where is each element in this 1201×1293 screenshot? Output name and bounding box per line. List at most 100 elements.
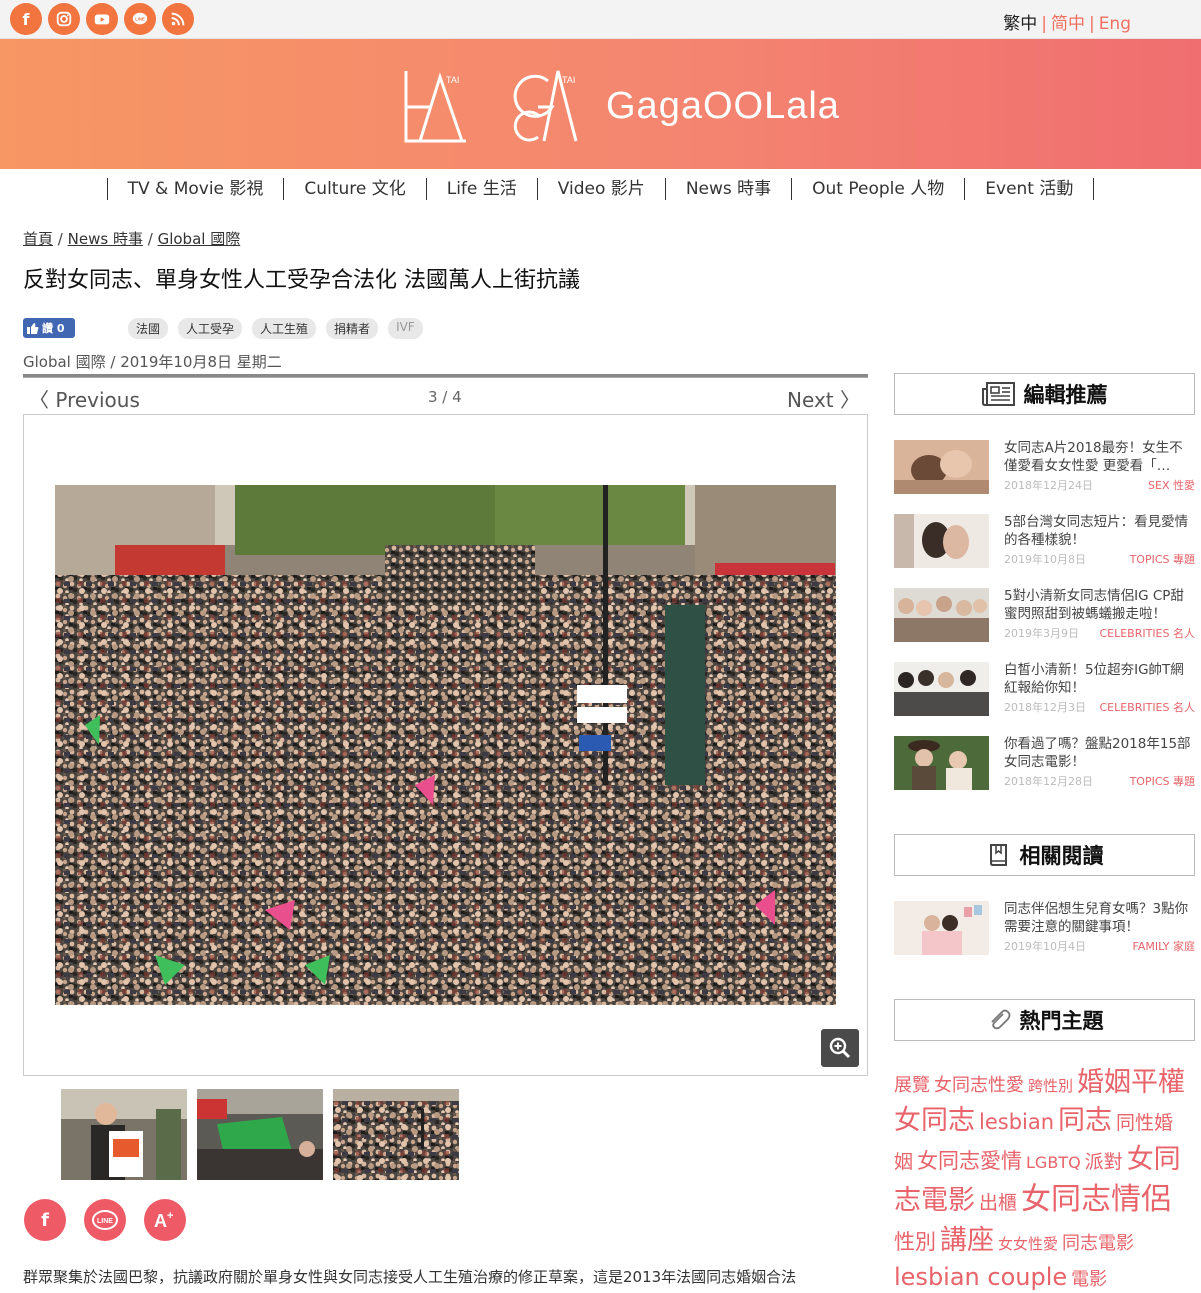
editor-pick-category[interactable]: CELEBRITIES 名人	[1099, 699, 1195, 715]
editor-pick-item[interactable]: 女同志A片2018最夯！女生不僅愛看女女性愛 更愛看「… 2018年12月24日…	[894, 440, 1195, 496]
tag-item[interactable]: 人工生殖	[252, 318, 317, 339]
editor-pick-category[interactable]: SEX 性愛	[1148, 477, 1195, 493]
editor-pick-thumbnail	[894, 736, 989, 790]
logo-wordmark: GagaOOLala	[606, 84, 840, 127]
gallery-counter: 3 / 4	[428, 388, 462, 406]
line-share-icon[interactable]: LINE	[84, 1199, 126, 1241]
topic-tag[interactable]: 性別	[894, 1230, 936, 1254]
nav-item-event[interactable]: Event 活動	[965, 178, 1095, 200]
svg-text:TAI: TAI	[446, 75, 459, 85]
topic-tag[interactable]: 展覽	[894, 1075, 930, 1096]
gallery-pager: 〈 Previous 3 / 4 Next 〉	[23, 384, 868, 414]
nav-item-life[interactable]: Life 生活	[427, 178, 538, 200]
topic-tag[interactable]: 女同志	[894, 1105, 975, 1136]
editor-picks-title: 編輯推薦	[1023, 383, 1108, 407]
editor-pick-item[interactable]: 5對小清新女同志情侶IG CP甜蜜閃照甜到被螞蟻搬走啦！ 2019年3月9日 C…	[894, 588, 1195, 644]
breadcrumb-home[interactable]: 首頁	[23, 230, 53, 248]
gallery-thumbnail[interactable]	[61, 1089, 187, 1180]
editor-pick-thumbnail	[894, 588, 989, 642]
rss-icon[interactable]	[162, 3, 194, 35]
tag-item[interactable]: 法國	[128, 318, 169, 339]
tag-item[interactable]: IVF	[388, 318, 423, 339]
instagram-icon[interactable]	[48, 3, 80, 35]
site-logo[interactable]: TAI TAI GagaOOLala	[400, 67, 840, 145]
site-header: TAI TAI GagaOOLala	[0, 39, 1201, 169]
topic-tag[interactable]: 出櫃	[979, 1192, 1017, 1214]
page-title: 反對女同志、單身女性人工受孕合法化 法國萬人上街抗議	[23, 268, 580, 293]
nav-item-culture[interactable]: Culture 文化	[284, 178, 427, 200]
editor-pick-thumbnail	[894, 514, 989, 568]
topic-tag[interactable]: 女女性愛	[998, 1235, 1058, 1253]
related-item[interactable]: 同志伴侶想生兒育女嗎？3點你需要注意的關鍵事項！ 2019年10月4日 FAMI…	[894, 901, 1195, 957]
ga-logo-icon: TAI	[513, 70, 578, 142]
nav-item-video[interactable]: Video 影片	[538, 178, 666, 200]
book-icon	[989, 844, 1007, 866]
topic-tag[interactable]: LGBTQ	[1026, 1153, 1081, 1172]
breadcrumb: 首頁 / News 時事 / Global 國際	[23, 230, 241, 248]
breadcrumb-news[interactable]: News 時事	[68, 230, 143, 248]
topic-tag[interactable]: lesbian	[979, 1110, 1054, 1134]
topic-tag[interactable]: lesbian couple	[894, 1263, 1067, 1291]
gallery-thumbnail[interactable]	[197, 1089, 323, 1180]
topic-cloud: 展覽 女同志性愛 跨性別 婚姻平權女同志 lesbian 同志 同性婚姻 女同志愛情 LGBTQ…	[894, 1064, 1194, 1293]
editor-pick-item[interactable]: 5部台灣女同志短片：看見愛情的各種樣貌！ 2019年10月8日 TOPICS 專…	[894, 514, 1195, 570]
tag-item[interactable]: 捐精者	[326, 318, 379, 339]
editor-pick-item[interactable]: 白皙小清新！5位超夯IG帥T網紅報給你知！ 2018年12月3日 CELEBRI…	[894, 662, 1195, 718]
editor-pick-title: 5對小清新女同志情侶IG CP甜蜜閃照甜到被螞蟻搬走啦！	[1004, 588, 1184, 622]
lang-simplified[interactable]: 简中	[1051, 14, 1085, 34]
topic-tag[interactable]: 婚姻平權	[1077, 1067, 1185, 1098]
line-icon[interactable]: LINE	[124, 3, 156, 35]
facebook-icon[interactable]: f	[10, 3, 42, 35]
svg-text:+: +	[167, 1210, 173, 1222]
article-excerpt: 群眾聚集於法國巴黎，抗議政府關於單身女性與女同志接受人工生殖治療的修正草案，這是…	[23, 1268, 797, 1286]
tag-item[interactable]: 人工受孕	[178, 318, 243, 339]
topic-tag[interactable]: 電影	[1071, 1269, 1107, 1290]
zoom-button[interactable]	[821, 1029, 859, 1067]
topic-tag[interactable]: 女同志性愛	[934, 1075, 1024, 1096]
nav-item-out-people[interactable]: Out People 人物	[792, 178, 966, 200]
editor-pick-title: 你看過了嗎？盤點2018年15部女同志電影！	[1004, 736, 1191, 770]
editor-pick-item[interactable]: 你看過了嗎？盤點2018年15部女同志電影！ 2018年12月28日 TOPIC…	[894, 736, 1195, 792]
previous-button[interactable]: 〈 Previous	[29, 384, 140, 413]
main-photo[interactable]	[55, 485, 836, 1005]
related-category[interactable]: FAMILY 家庭	[1133, 938, 1195, 954]
youtube-icon[interactable]	[86, 3, 118, 35]
topic-tag[interactable]: 跨性別	[1028, 1077, 1073, 1095]
lang-english[interactable]: Eng	[1099, 14, 1131, 34]
hot-topics-header: 熱門主題	[894, 999, 1195, 1041]
thumbnail-strip	[61, 1089, 459, 1180]
font-size-icon[interactable]: A +	[144, 1199, 186, 1241]
breadcrumb-global[interactable]: Global 國際	[158, 230, 241, 248]
topic-tag[interactable]: 同志	[1058, 1105, 1112, 1136]
nav-item-tv-movie[interactable]: TV & Movie 影視	[106, 178, 285, 200]
topic-tag[interactable]: 女同志愛情	[917, 1149, 1022, 1173]
hot-topics-title: 熱門主題	[1019, 1009, 1104, 1033]
editor-pick-category[interactable]: TOPICS 專題	[1130, 773, 1195, 789]
editor-picks-header: 編輯推薦	[894, 373, 1195, 415]
editor-pick-date: 2019年10月8日	[1004, 553, 1086, 566]
next-button[interactable]: Next 〉	[787, 384, 860, 413]
facebook-share-icon[interactable]: f	[24, 1199, 66, 1241]
editor-pick-date: 2018年12月24日	[1004, 479, 1093, 492]
editor-pick-category[interactable]: CELEBRITIES 名人	[1099, 625, 1195, 641]
gallery-thumbnail[interactable]	[333, 1089, 459, 1180]
editor-pick-title: 5部台灣女同志短片：看見愛情的各種樣貌！	[1004, 514, 1189, 548]
lang-traditional[interactable]: 繁中	[1003, 14, 1037, 34]
editor-pick-thumbnail	[894, 662, 989, 716]
editor-pick-category[interactable]: TOPICS 專題	[1130, 551, 1195, 567]
editor-pick-title: 白皙小清新！5位超夯IG帥T網紅報給你知！	[1004, 662, 1184, 696]
related-reading-header: 相關閱讀	[894, 834, 1195, 876]
topic-tag[interactable]: 講座	[940, 1225, 994, 1256]
related-reading-title: 相關閱讀	[1019, 844, 1104, 868]
main-nav: TV & Movie 影視 Culture 文化 Life 生活 Video 影…	[0, 169, 1201, 209]
editor-pick-title: 女同志A片2018最夯！女生不僅愛看女女性愛 更愛看「…	[1004, 440, 1183, 474]
topic-tag[interactable]: 女同志情侶	[1021, 1182, 1171, 1217]
svg-text:A: A	[154, 1211, 167, 1231]
topic-tag[interactable]: 同志電影	[1062, 1233, 1134, 1254]
nav-item-news[interactable]: News 時事	[666, 178, 793, 200]
topic-tag[interactable]: 派對	[1085, 1151, 1123, 1173]
facebook-like-button[interactable]: 讚 0	[23, 318, 75, 338]
related-title: 同志伴侶想生兒育女嗎？3點你需要注意的關鍵事項！	[1004, 901, 1189, 935]
language-switcher: 繁中 | 简中 | Eng	[1003, 14, 1131, 34]
related-thumbnail	[894, 901, 989, 955]
